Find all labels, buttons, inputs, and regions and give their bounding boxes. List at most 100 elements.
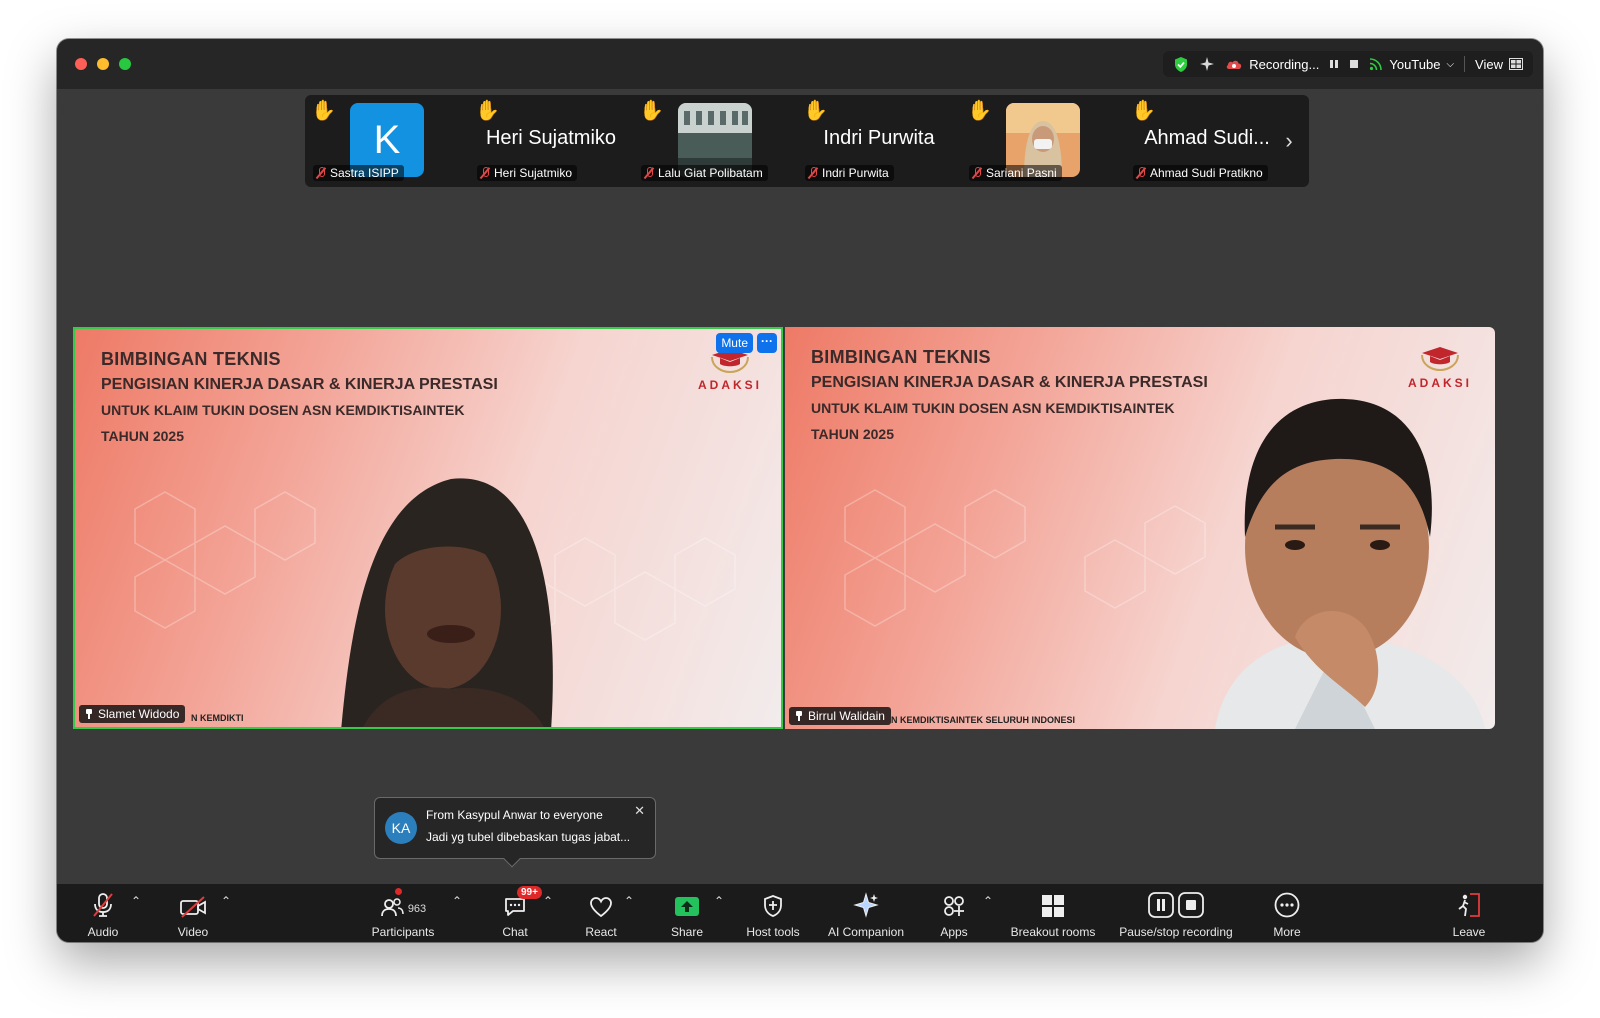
slide-subtitle: PENGISIAN KINERJA DASAR & KINERJA PRESTA… xyxy=(811,374,1208,391)
participants-icon: 963 xyxy=(380,888,426,918)
share-options-caret-icon[interactable]: ⌃ xyxy=(714,894,724,908)
raised-hand-icon: ✋ xyxy=(475,100,500,122)
shield-icon xyxy=(762,888,784,918)
zoom-window-button[interactable] xyxy=(119,58,131,70)
mic-muted-icon xyxy=(808,167,818,179)
video-button[interactable]: Video xyxy=(169,884,217,942)
mic-muted-icon xyxy=(1136,167,1146,179)
ai-companion-button[interactable]: AI Companion xyxy=(821,884,911,942)
share-screen-icon xyxy=(674,888,700,918)
view-menu-button[interactable]: View xyxy=(1475,57,1523,72)
more-options-button[interactable]: ··· xyxy=(757,333,777,353)
audio-button[interactable]: Audio xyxy=(79,884,127,942)
mute-participant-button[interactable]: Mute xyxy=(716,333,753,353)
video-off-icon xyxy=(179,888,207,918)
slide-subtitle: PENGISIAN KINERJA DASAR & KINERJA PRESTA… xyxy=(101,376,498,393)
chat-sender-line: From Kasypul Anwar to everyone xyxy=(426,808,603,822)
apps-options-caret-icon[interactable]: ⌃ xyxy=(983,894,993,908)
host-tools-label: Host tools xyxy=(746,925,800,939)
mic-muted-icon xyxy=(316,167,326,179)
participants-options-caret-icon[interactable]: ⌃ xyxy=(452,894,462,908)
chat-button[interactable]: 99+ Chat xyxy=(491,884,542,942)
participant-tile[interactable]: ✋ Sariani Pasni xyxy=(961,95,1125,187)
slide-line: UNTUK KLAIM TUKIN DOSEN ASN KEMDIKTISAIN… xyxy=(101,402,465,418)
slide-ticker-text: N KEMDIKTISAINTEK SELURUH INDONESI xyxy=(891,715,1076,725)
chat-notification-toast[interactable]: KA From Kasypul Anwar to everyone Jadi y… xyxy=(374,797,656,868)
participant-name: Indri Purwita xyxy=(822,166,889,180)
leave-button[interactable]: Leave xyxy=(1445,884,1493,942)
participant-name-label: Ahmad Sudi Pratikno xyxy=(1133,165,1268,181)
react-label: React xyxy=(585,925,617,939)
apps-button[interactable]: Apps xyxy=(929,884,979,942)
participant-figure xyxy=(1215,398,1485,729)
participant-display-name: Indri Purwita xyxy=(823,127,935,149)
pause-stop-recording-button[interactable]: Pause/stop recording xyxy=(1111,884,1241,942)
unread-badge: 99+ xyxy=(517,886,542,899)
chevron-down-icon: ⌵ xyxy=(1446,58,1455,70)
heart-icon xyxy=(589,888,613,918)
participant-name: Sariani Pasni xyxy=(986,166,1057,180)
chevron-right-icon: › xyxy=(1285,128,1293,153)
raised-hand-icon: ✋ xyxy=(803,100,828,122)
pin-icon xyxy=(795,711,803,721)
participant-tile[interactable]: ✋ Lalu Giat Polibatam xyxy=(633,95,797,187)
participant-name-label: Heri Sujatmiko xyxy=(477,165,578,181)
more-button[interactable]: More xyxy=(1263,884,1311,942)
pause-recording-icon[interactable] xyxy=(1329,59,1339,69)
audio-options-caret-icon[interactable]: ⌃ xyxy=(131,894,141,908)
ai-sparkle-icon[interactable] xyxy=(1199,56,1215,72)
react-options-caret-icon[interactable]: ⌃ xyxy=(624,894,634,908)
participant-tile[interactable]: ✋ K Sastra ISIPP xyxy=(305,95,469,187)
participants-button[interactable]: 963 Participants xyxy=(363,884,443,942)
zoom-window: Recording... YouTube ⌵ View ✋ K Sastra I… xyxy=(57,39,1543,942)
participants-label: Participants xyxy=(371,925,435,939)
react-button[interactable]: React xyxy=(577,884,625,942)
participant-strip: ✋ K Sastra ISIPP ✋ Heri Sujatmiko Heri S… xyxy=(305,95,1309,187)
slide-title: BIMBINGAN TEKNIS xyxy=(811,347,991,367)
avatar: KA xyxy=(385,812,417,844)
view-label: View xyxy=(1475,56,1503,72)
chat-options-caret-icon[interactable]: ⌃ xyxy=(543,894,553,908)
participant-tile[interactable]: ✋ Ahmad Sudi... Ahmad Sudi Pratikno xyxy=(1125,95,1289,187)
apps-icon xyxy=(942,888,966,918)
close-icon[interactable]: ✕ xyxy=(634,803,645,819)
leave-label: Leave xyxy=(1452,925,1486,939)
pin-icon xyxy=(85,709,93,719)
speaker-figure xyxy=(341,478,553,727)
leave-door-icon xyxy=(1456,888,1482,918)
encryption-shield-icon[interactable] xyxy=(1173,56,1189,73)
participant-name-label: Lalu Giat Polibatam xyxy=(641,165,768,181)
participant-name: Heri Sujatmiko xyxy=(494,166,573,180)
pause-stop-recording-label: Pause/stop recording xyxy=(1119,925,1233,939)
audio-label: Audio xyxy=(87,925,119,939)
breakout-rooms-button[interactable]: Breakout rooms xyxy=(1003,884,1103,942)
breakout-rooms-icon xyxy=(1041,888,1065,918)
ai-companion-label: AI Companion xyxy=(827,925,905,939)
more-label: More xyxy=(1273,925,1301,939)
apps-label: Apps xyxy=(940,925,968,939)
divider xyxy=(1464,56,1466,72)
speaker-video-tile[interactable]: BIMBINGAN TEKNIS PENGISIAN KINERJA DASAR… xyxy=(73,327,783,729)
mic-muted-icon xyxy=(90,888,116,918)
livestream-indicator[interactable]: YouTube ⌵ xyxy=(1369,57,1454,72)
participant-name-label: Indri Purwita xyxy=(805,165,894,181)
cloud-recording-indicator[interactable]: Recording... xyxy=(1225,57,1319,72)
notification-dot xyxy=(394,888,402,895)
participant-name: Lalu Giat Polibatam xyxy=(658,166,763,180)
share-screen-button[interactable]: Share xyxy=(663,884,711,942)
close-window-button[interactable] xyxy=(75,58,87,70)
video-options-caret-icon[interactable]: ⌃ xyxy=(221,894,231,908)
minimize-window-button[interactable] xyxy=(97,58,109,70)
ai-sparkle-icon xyxy=(853,888,879,918)
participant-video-tile[interactable]: BIMBINGAN TEKNIS PENGISIAN KINERJA DASAR… xyxy=(785,327,1495,729)
adaksi-logo: ADAKSI xyxy=(1405,341,1475,390)
host-tools-button[interactable]: Host tools xyxy=(737,884,809,942)
participant-tile[interactable]: ✋ Heri Sujatmiko Heri Sujatmiko xyxy=(469,95,633,187)
strip-next-button[interactable]: › xyxy=(1273,95,1305,187)
participant-name: Slamet Widodo xyxy=(98,707,180,721)
meeting-toolbar: Audio ⌃ Video ⌃ 963 Participants ⌃ 99+ C… xyxy=(57,884,1543,942)
slide-text: BIMBINGAN TEKNIS PENGISIAN KINERJA DASAR… xyxy=(811,347,1208,442)
participant-tile[interactable]: ✋ Indri Purwita Indri Purwita xyxy=(797,95,961,187)
stop-recording-icon[interactable] xyxy=(1349,59,1359,69)
participant-name-label: Sastra ISIPP xyxy=(313,165,404,181)
